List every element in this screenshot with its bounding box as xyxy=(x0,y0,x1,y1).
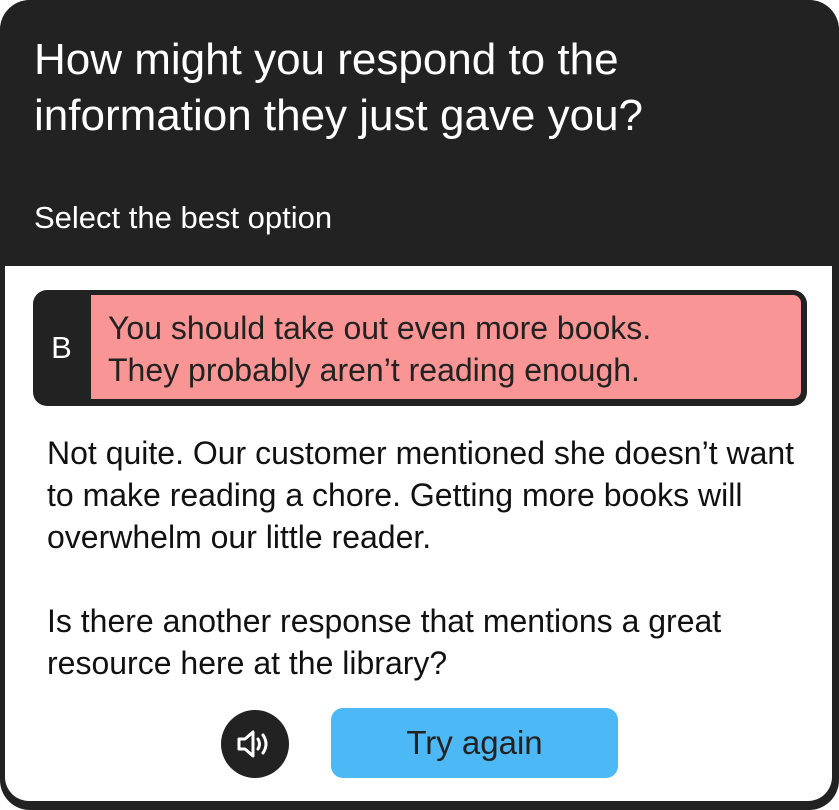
question-title: How might you respond to the information… xyxy=(34,35,644,140)
instruction-text: Select the best option xyxy=(34,200,333,235)
feedback-message: Not quite. Our customer mentioned she do… xyxy=(47,432,807,684)
answer-letter: B xyxy=(51,330,72,365)
feedback-card: How might you respond to the information… xyxy=(0,0,839,810)
question-header: How might you respond to the information… xyxy=(0,0,839,266)
speaker-icon xyxy=(237,730,268,758)
try-again-button[interactable]: Try again xyxy=(331,708,618,778)
selected-answer-option[interactable]: B You should take out even more books. T… xyxy=(33,290,807,406)
answer-text-line-2: They probably aren’t reading enough. xyxy=(108,352,640,388)
feedback-paragraph-1: Not quite. Our customer mentioned she do… xyxy=(47,435,795,555)
feedback-paragraph-2: Is there another response that mentions … xyxy=(47,603,722,681)
audio-button[interactable] xyxy=(221,710,289,778)
answer-text-line-1: You should take out even more books. xyxy=(108,310,652,346)
answer-text: You should take out even more books. The… xyxy=(91,295,801,399)
feedback-panel: B You should take out even more books. T… xyxy=(5,266,832,801)
